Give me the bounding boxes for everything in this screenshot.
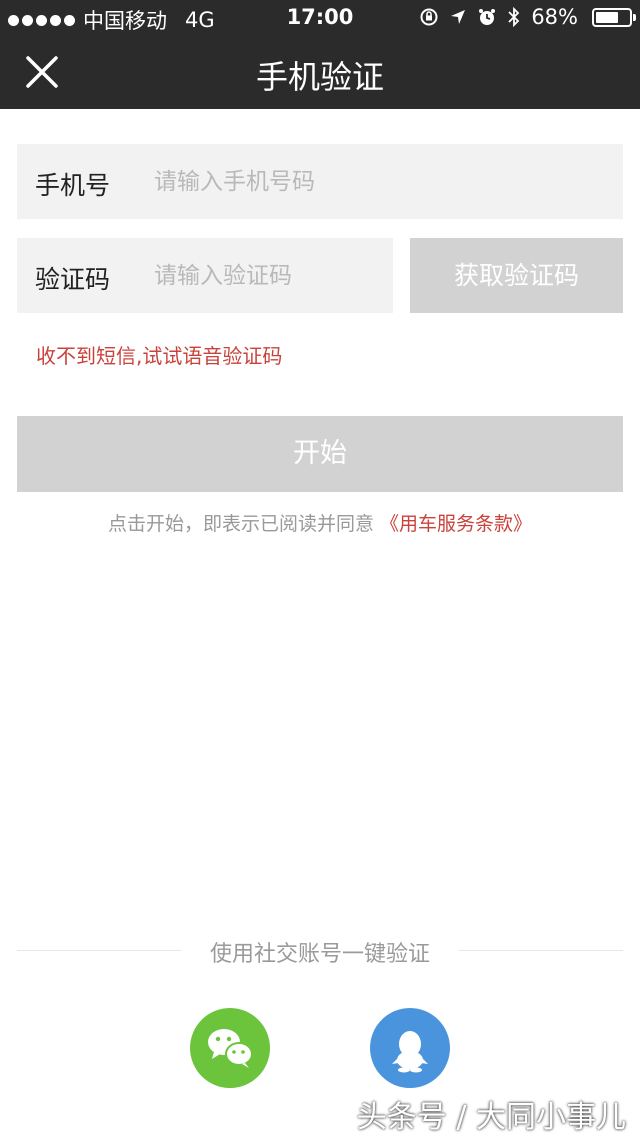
page-title: 手机验证: [255, 58, 384, 96]
battery-fill: [596, 11, 618, 23]
social-login-header: 使用社交账号一键验证: [17, 936, 623, 967]
phone-input[interactable]: [154, 164, 594, 200]
code-input[interactable]: [154, 258, 384, 294]
watermark: 头条号 / 大同小事儿: [356, 1100, 626, 1135]
battery-percent: 68%: [531, 5, 578, 29]
terms-link[interactable]: 《用车服务条款》: [380, 513, 532, 535]
wechat-icon: [208, 1029, 253, 1068]
social-login-label: 使用社交账号一键验证: [209, 942, 430, 967]
code-label: 验证码: [35, 265, 111, 294]
voice-code-link[interactable]: 收不到短信,试试语音验证码: [36, 340, 282, 369]
phone-field: 手机号: [17, 144, 623, 219]
location-arrow-icon: [449, 8, 467, 26]
qq-login-button[interactable]: [370, 1008, 450, 1088]
divider-right: [459, 950, 623, 951]
status-bar: 中国移动 4G 17:00 68%: [0, 0, 640, 34]
code-field: 验证码: [17, 238, 393, 313]
status-bar-right: 68%: [419, 5, 636, 29]
agreement-prefix: 点击开始，即表示已阅读并同意: [107, 513, 374, 535]
rotation-lock-icon: [419, 7, 439, 27]
phone-label: 手机号: [35, 171, 111, 200]
battery-icon: [592, 7, 636, 27]
bluetooth-icon: [507, 7, 521, 27]
get-code-button[interactable]: 获取验证码: [410, 238, 623, 313]
nav-bar: 手机验证: [0, 34, 640, 109]
wechat-login-button[interactable]: [190, 1008, 270, 1088]
alarm-clock-icon: [477, 7, 497, 27]
qq-icon: [392, 1031, 428, 1073]
agreement-text: 点击开始，即表示已阅读并同意 《用车服务条款》: [0, 509, 640, 536]
start-button[interactable]: 开始: [17, 416, 623, 492]
